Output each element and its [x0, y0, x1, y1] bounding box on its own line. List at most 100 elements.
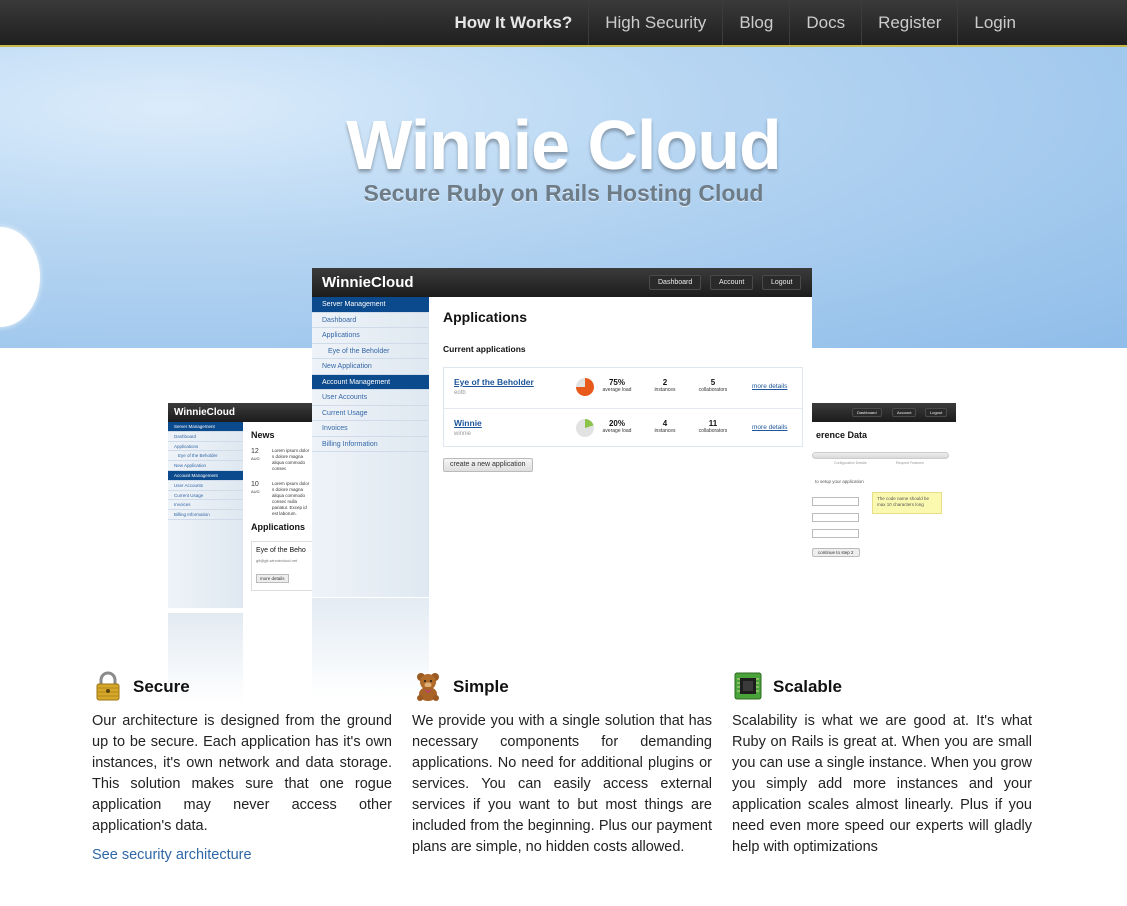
- applications-title: Applications: [251, 522, 306, 532]
- feature-description: Scalability is what we are good at. It's…: [732, 713, 1032, 855]
- sidebar-item-invoices: Invoices: [168, 500, 243, 511]
- more-details-link: more details: [752, 383, 788, 390]
- instances-label: instances: [654, 387, 676, 393]
- news-day: 12: [251, 448, 259, 455]
- average-load-label: average load: [602, 428, 632, 434]
- collaborators-stat: 11 collaborators: [688, 419, 738, 434]
- form-input: [812, 513, 859, 522]
- mock-logout-button: Logout: [762, 275, 802, 290]
- feature-description: Our architecture is designed from the gr…: [92, 713, 392, 834]
- average-load-label: average load: [602, 387, 632, 393]
- step-label: Request Features: [896, 461, 924, 465]
- collaborators-stat: 5 collaborators: [688, 378, 738, 393]
- mock-header: Dashboard Account Logout: [812, 403, 956, 422]
- nav-high-security[interactable]: High Security: [588, 0, 722, 45]
- step-progress: [812, 452, 949, 459]
- form-input: [812, 529, 859, 538]
- step-label: Configuration Details: [834, 461, 867, 465]
- sidebar-item-usage: Current Usage: [312, 406, 429, 421]
- average-load-stat: 20% average load: [592, 419, 642, 434]
- news-title: News: [251, 430, 275, 440]
- current-applications-label: Current applications: [443, 344, 526, 354]
- average-load-value: 75%: [608, 378, 625, 387]
- collaborators-value: 5: [710, 378, 716, 387]
- mock-dashboard-button: Dashboard: [649, 275, 702, 290]
- sidebar-header-account: Account Management: [168, 470, 243, 481]
- average-load-value: 20%: [608, 419, 625, 428]
- sidebar-header-account: Account Management: [312, 374, 429, 390]
- average-load-stat: 75% average load: [592, 378, 642, 393]
- sidebar-item-billing: Billing Information: [168, 510, 243, 520]
- instances-value: 4: [662, 419, 668, 428]
- sidebar-item-new-app: New Application: [312, 359, 429, 375]
- feature-heading: Simple: [412, 670, 712, 704]
- tooltip-note: The code name should be max 10 character…: [872, 492, 942, 514]
- mock-header: WinnieCloud: [168, 403, 313, 422]
- mock-logo: WinnieCloud: [174, 407, 236, 418]
- feature-description: We provide you with a single solution th…: [412, 713, 712, 855]
- feature-title: Simple: [453, 677, 509, 696]
- mock-dashboard-button: Dashboard: [852, 408, 882, 417]
- chip-icon: [734, 672, 762, 700]
- instances-stat: 2 instances: [640, 378, 690, 393]
- collaborators-label: collaborators: [698, 387, 728, 393]
- form-input: [812, 497, 859, 506]
- feature-heading: Scalable: [732, 670, 1032, 704]
- application-code: winnie: [454, 431, 472, 437]
- sidebar-item-dashboard: Dashboard: [168, 432, 243, 442]
- application-row: Eye of the Beholder eotb 75% average loa…: [444, 368, 802, 408]
- applications-title: Applications: [443, 309, 528, 325]
- applications-table: Eye of the Beholder eotb 75% average loa…: [443, 367, 803, 447]
- nav-register[interactable]: Register: [861, 0, 957, 45]
- top-nav: How It Works? High Security Blog Docs Re…: [0, 0, 1127, 47]
- sidebar-item-billing: Billing Information: [312, 437, 429, 452]
- news-item: 10 AUG Lorem ipsum dolor s dolore magna …: [251, 481, 311, 516]
- application-name: Eye of the Beho: [256, 547, 306, 554]
- sidebar-item-user-accounts: User Accounts: [312, 390, 429, 406]
- screenshot-dashboard: WinnieCloud Server Management Dashboard …: [168, 403, 313, 703]
- feature-title: Secure: [133, 677, 190, 696]
- mock-account-button: Account: [710, 275, 754, 290]
- screenshot-new-app: Dashboard Account Logout erence Data Con…: [812, 403, 956, 673]
- collaborators-label: collaborators: [698, 428, 728, 434]
- sidebar-item-applications: Applications: [312, 328, 429, 344]
- screenshot-applications: WinnieCloud Dashboard Account Logout Ser…: [312, 268, 812, 698]
- sidebar-header-server: Server Management: [312, 297, 429, 313]
- nav-how-it-works[interactable]: How It Works?: [438, 0, 588, 45]
- hero-subtitle: Secure Ruby on Rails Hosting Cloud: [363, 180, 764, 206]
- news-text: Lorem ipsum dolor s dolore magna aliqua …: [272, 481, 310, 516]
- news-item: 12 AUG Lorem ipsum dolor s dolore magna …: [251, 448, 311, 478]
- collaborators-value: 11: [708, 419, 718, 428]
- continue-button: continue to step 2: [812, 548, 860, 557]
- news-month: AUG: [251, 489, 260, 494]
- application-name: Winnie: [454, 418, 482, 428]
- mock-content: Applications Current applications Eye of…: [443, 297, 803, 567]
- sidebar-header-server: Server Management: [168, 422, 243, 432]
- instances-value: 2: [662, 378, 668, 387]
- news-text: Lorem ipsum dolor s dolore magna aliqua …: [272, 448, 310, 471]
- nav-login[interactable]: Login: [957, 0, 1032, 45]
- application-card: Eye of the Beho git@git.winniecloud.net …: [251, 541, 313, 591]
- sidebar-item-eye: Eye of the Beholder: [312, 344, 429, 359]
- hero-title: Winnie Cloud: [346, 106, 782, 184]
- sidebar-item-usage: Current Usage: [168, 491, 243, 501]
- create-application-button: create a new application: [443, 458, 533, 472]
- mock-header: WinnieCloud Dashboard Account Logout: [312, 268, 812, 297]
- nav-docs[interactable]: Docs: [789, 0, 861, 45]
- mock-account-button: Account: [892, 408, 917, 417]
- cloud-decoration: [0, 227, 40, 327]
- application-git-url: git@git.winniecloud.net: [256, 558, 298, 563]
- news-month: AUG: [251, 456, 260, 461]
- sidebar-item-new-app: New Application: [168, 461, 243, 471]
- sidebar-item-user-accounts: User Accounts: [168, 481, 243, 491]
- sidebar-item-eye: Eye of the Beholder: [168, 451, 243, 462]
- application-name: Eye of the Beholder: [454, 377, 534, 387]
- security-architecture-link[interactable]: See security architecture: [92, 847, 252, 863]
- instances-label: instances: [654, 428, 676, 434]
- application-row: Winnie winnie 20% average load 4 instanc…: [444, 408, 802, 448]
- feature-heading: Secure: [92, 670, 392, 704]
- instances-stat: 4 instances: [640, 419, 690, 434]
- feature-title: Scalable: [773, 677, 842, 696]
- nav-blog[interactable]: Blog: [722, 0, 789, 45]
- sidebar-item-dashboard: Dashboard: [312, 313, 429, 328]
